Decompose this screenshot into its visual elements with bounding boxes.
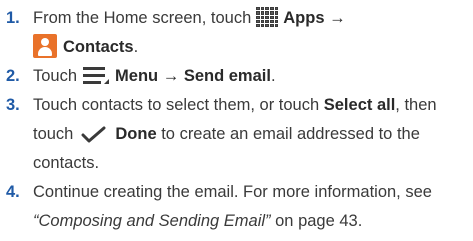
step-text: to create an email addressed to the — [161, 125, 420, 143]
step-text: on page 43. — [270, 212, 363, 230]
apps-grid-icon — [256, 7, 279, 28]
apps-label: Apps — [283, 9, 325, 27]
step-text: From the Home screen, touch — [33, 9, 252, 27]
instruction-steps: 1. From the Home screen, touch Apps → Con… — [0, 0, 473, 241]
contacts-app-icon — [33, 34, 57, 59]
step-4-body: Continue creating the email. For more in… — [33, 178, 467, 236]
step-text: Touch contacts to select them, or touch — [33, 96, 320, 114]
select-all-label: Select all — [323, 96, 396, 114]
arrow: → — [162, 67, 180, 85]
step-number: 3. — [6, 96, 20, 114]
arrow: → — [329, 9, 346, 27]
step-text: Continue creating the email. For more in… — [33, 183, 432, 201]
step-1-body: From the Home screen, touch Apps → Contac… — [33, 4, 467, 62]
step-text: contacts. — [33, 154, 100, 172]
contacts-label: Contacts — [63, 38, 134, 56]
done-label: Done — [115, 125, 157, 143]
cross-reference-title: “Composing and Sending Email” — [33, 212, 271, 230]
send-email-label: Send email — [183, 67, 271, 85]
menu-label: Menu — [115, 67, 159, 85]
step-text: , then — [395, 96, 437, 114]
step-2-body: Touch Menu → Send email. — [33, 62, 467, 91]
period: . — [133, 38, 139, 56]
step-3-body: Touch contacts to select them, or touch … — [33, 91, 467, 178]
menu-icon — [83, 66, 110, 84]
period: . — [270, 67, 276, 85]
step-text: Touch — [33, 67, 78, 85]
step-text: touch — [33, 125, 74, 143]
step-number: 4. — [6, 183, 20, 201]
step-number: 1. — [6, 9, 20, 27]
checkmark-icon — [81, 124, 107, 143]
step-number: 2. — [6, 67, 20, 85]
